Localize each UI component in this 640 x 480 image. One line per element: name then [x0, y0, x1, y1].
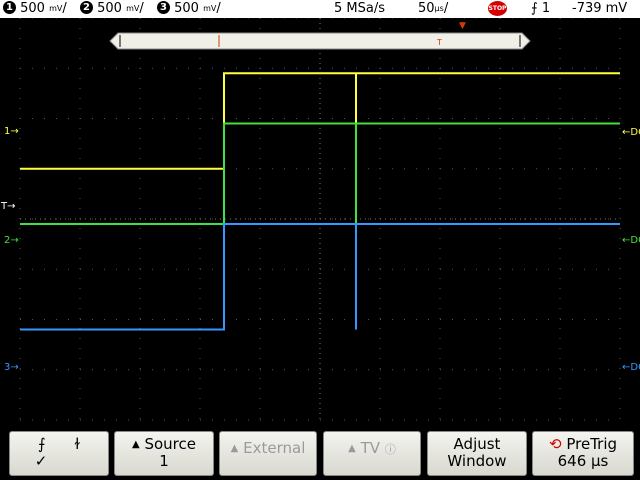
memory-bar: T ▼	[109, 21, 531, 50]
adjust-window-softkey[interactable]: Adjust Window	[427, 431, 527, 476]
waveforms	[20, 72, 620, 331]
trigger-source-value: 1	[541, 1, 551, 16]
triangle-up-icon: ▲	[131, 439, 140, 450]
channel1-coupling: ←DC	[622, 127, 640, 138]
channel3-scale-value: 500	[174, 1, 199, 16]
triangle-up-icon: ▲	[348, 443, 356, 454]
channel2-scale-value: 500	[97, 1, 122, 16]
graticule	[19, 18, 621, 421]
source-value: 1	[159, 452, 169, 470]
trigger-slope-icon: ⨍	[531, 1, 538, 16]
channel3-scale[interactable]: 3 500 mV/	[157, 1, 221, 17]
channel1-scale-unit: mV	[49, 4, 63, 13]
source-label: Source	[144, 435, 196, 453]
channel1-coupling-label: DC	[630, 127, 640, 138]
channel1-marker[interactable]: 1→	[4, 126, 19, 137]
slope-softkey[interactable]: ⨍ ɫ ✓	[9, 431, 109, 476]
falling-slope-icon: ɫ	[74, 435, 81, 453]
external-softkey[interactable]: ▲ External	[219, 431, 317, 476]
channel1-badge: 1	[3, 1, 16, 14]
pretrig-softkey[interactable]: ⟲ PreTrig 646 µs	[532, 431, 634, 476]
channel1-scale[interactable]: 1 500 mV/	[3, 1, 67, 17]
channel3-coupling-label: DC	[630, 362, 640, 373]
channel2-marker[interactable]: 2→	[4, 235, 19, 246]
rotate-knob-icon: ⟲	[548, 435, 562, 453]
channel2-badge: 2	[80, 1, 93, 14]
channel1-scale-value: 500	[20, 1, 45, 16]
channel3-marker-label: 3	[4, 362, 11, 373]
channel2-marker-label: 2	[4, 235, 11, 246]
stop-icon[interactable]: STOP	[488, 1, 507, 16]
pretrig-label: PreTrig	[566, 435, 618, 453]
memory-bar-trigger-marker: T	[436, 38, 442, 47]
adjust-value: Window	[447, 452, 507, 470]
source-softkey[interactable]: ▲ Source 1	[114, 431, 214, 476]
status-bar: 1 500 mV/ 2 500 mV/ 3 500 mV/ 5 MSa/s 50…	[0, 0, 640, 18]
adjust-label: Adjust	[453, 435, 501, 453]
rising-slope-icon: ⨍	[37, 435, 46, 453]
channel3-scale-unit: mV	[203, 4, 217, 13]
timebase[interactable]: 50µs/	[418, 1, 448, 17]
memory-bar-frame	[109, 32, 531, 50]
tv-label: TV	[360, 439, 381, 457]
channel2-coupling-label: DC	[630, 235, 640, 246]
trigger-level-marker-label: T	[1, 201, 8, 212]
channel2-scale[interactable]: 2 500 mV/	[80, 1, 144, 17]
info-icon: ⓘ	[384, 443, 396, 456]
external-label: External	[243, 439, 306, 457]
channel3-coupling: ←DC	[622, 362, 640, 373]
tv-softkey[interactable]: ▲ TV ⓘ	[323, 431, 421, 476]
softkey-bar: ⨍ ɫ ✓ ▲ Source 1 ▲ External ▲ TV ⓘ Adjus…	[0, 428, 640, 480]
trigger-position-icon: ▼	[459, 21, 466, 31]
trigger-level: -739 mV	[572, 1, 628, 16]
waveform-display	[19, 18, 621, 421]
timebase-unit: µs	[434, 4, 444, 13]
channel3-badge: 3	[157, 1, 170, 14]
checkmark-icon: ✓	[34, 452, 48, 470]
channel3-marker[interactable]: 3→	[4, 362, 19, 373]
waveform-ch1	[20, 72, 620, 170]
pretrig-value: 646 µs	[557, 452, 609, 470]
sample-rate: 5 MSa/s	[334, 1, 385, 16]
timebase-value: 50	[418, 1, 435, 16]
channel2-coupling: ←DC	[622, 235, 640, 246]
channel2-scale-unit: mV	[126, 4, 140, 13]
triangle-up-icon: ▲	[230, 443, 239, 454]
trigger-source[interactable]: ⨍ 1	[531, 1, 550, 17]
channel1-marker-label: 1	[4, 126, 11, 137]
trigger-level-marker[interactable]: T→	[1, 201, 16, 212]
